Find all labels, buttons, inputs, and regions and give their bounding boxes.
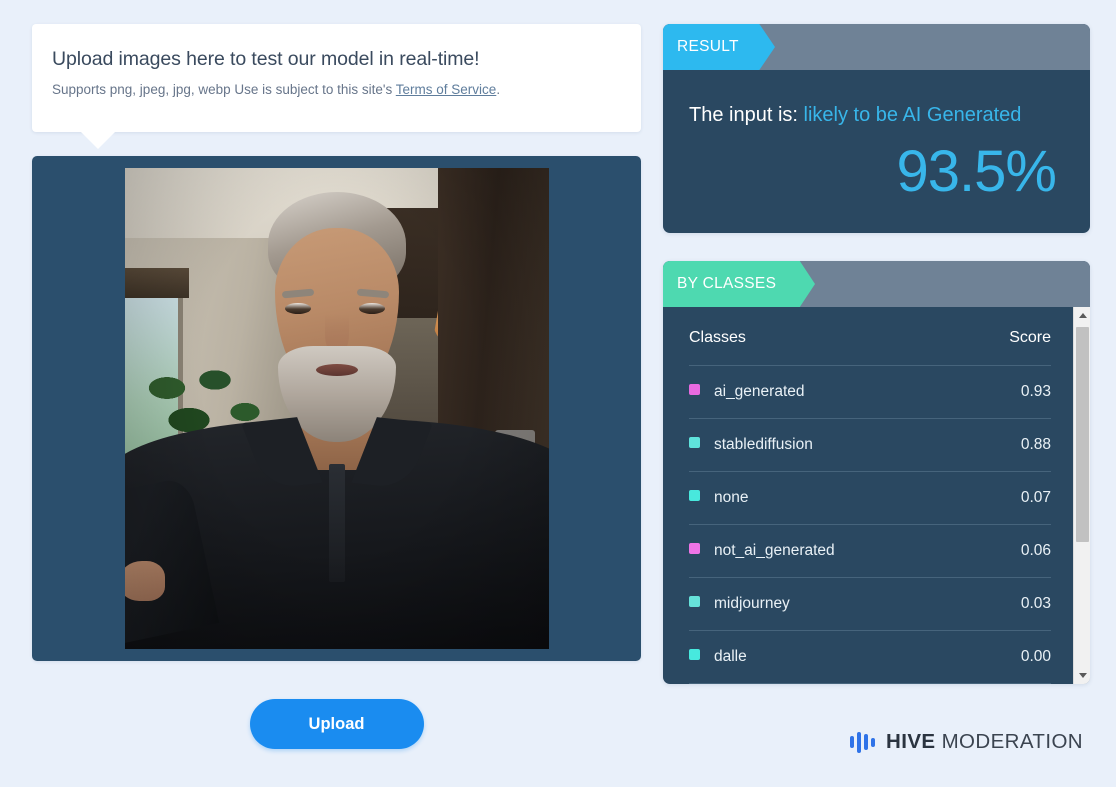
upload-button[interactable]: Upload	[249, 699, 424, 749]
upload-card-subtitle: Supports png, jpeg, jpg, webp Use is sub…	[52, 81, 621, 99]
class-color-swatch-icon	[689, 490, 700, 501]
class-score-cell: 0.06	[970, 524, 1051, 578]
class-name-cell: dalle	[689, 630, 971, 684]
scroll-up-arrow-icon[interactable]	[1074, 307, 1090, 324]
table-row: midjourney 0.03	[689, 577, 1051, 631]
result-prefix-text: The input is:	[689, 104, 798, 126]
class-score-cell: 0.93	[970, 365, 1051, 419]
uploaded-image	[124, 168, 549, 649]
classes-table: Classes Score ai_generated 0.93 stabledi…	[689, 307, 1051, 684]
class-label: not_ai_generated	[714, 542, 835, 559]
table-row: ai_generated 0.93	[689, 365, 1051, 419]
table-row: not_ai_generated 0.06	[689, 524, 1051, 578]
by-classes-tab-label: BY CLASSES	[663, 261, 815, 307]
classes-table-body: ai_generated 0.93 stablediffusion 0.88 n…	[689, 365, 1051, 684]
classes-scrollbar[interactable]	[1073, 307, 1090, 684]
subtitle-period: .	[496, 82, 501, 97]
photo-vignette	[124, 168, 549, 649]
upload-button-row: Upload	[32, 699, 641, 749]
result-tab-label: RESULT	[663, 24, 775, 70]
class-label: stablediffusion	[714, 436, 813, 453]
table-row: none 0.07	[689, 471, 1051, 525]
supported-formats-text: Supports png, jpeg, jpg, webp Use is sub…	[52, 82, 396, 97]
class-label: none	[714, 489, 749, 506]
brand-text: HIVE MODERATION	[886, 730, 1083, 754]
class-color-swatch-icon	[689, 596, 700, 607]
column-header-classes: Classes	[689, 307, 971, 366]
result-percentage: 93.5%	[896, 139, 1057, 204]
card-tail-pointer	[80, 131, 116, 149]
image-preview-frame[interactable]	[32, 156, 641, 661]
classes-table-head: Classes Score	[689, 307, 1051, 366]
class-score-cell: 0.07	[970, 471, 1051, 525]
class-color-swatch-icon	[689, 649, 700, 660]
class-label: ai_generated	[714, 383, 805, 400]
terms-of-service-link[interactable]: Terms of Service	[396, 82, 497, 97]
class-name-cell: none	[689, 471, 971, 525]
upload-card-title: Upload images here to test our model in …	[52, 48, 480, 70]
by-classes-panel: BY CLASSES Classes Score ai_generated 0.…	[663, 261, 1090, 684]
scroll-down-arrow-icon[interactable]	[1074, 667, 1090, 684]
class-score-cell: 0.03	[970, 577, 1051, 631]
classes-panel-header: BY CLASSES	[663, 261, 1090, 307]
class-label: dalle	[714, 648, 747, 665]
result-panel-body: The input is: likely to be AI Generated …	[663, 70, 1090, 233]
result-verdict-line: The input is: likely to be AI Generated	[689, 104, 1064, 127]
result-panel-header: RESULT	[663, 24, 1090, 70]
result-panel: RESULT The input is: likely to be AI Gen…	[663, 24, 1090, 233]
classes-table-wrapper: Classes Score ai_generated 0.93 stabledi…	[663, 307, 1073, 684]
class-color-swatch-icon	[689, 384, 700, 395]
class-name-cell: stablediffusion	[689, 418, 971, 472]
class-name-cell: midjourney	[689, 577, 971, 631]
table-row: stablediffusion 0.88	[689, 418, 1051, 472]
classes-header-row: Classes Score	[689, 307, 1051, 366]
class-score-cell: 0.00	[970, 630, 1051, 684]
scrollbar-thumb[interactable]	[1076, 327, 1089, 542]
upload-instructions-card: Upload images here to test our model in …	[32, 24, 641, 149]
hive-bars-icon	[849, 731, 876, 753]
classes-panel-body: Classes Score ai_generated 0.93 stabledi…	[663, 307, 1090, 684]
class-score-cell: 0.88	[970, 418, 1051, 472]
right-column: RESULT The input is: likely to be AI Gen…	[663, 24, 1090, 684]
table-row: dalle 0.00	[689, 630, 1051, 684]
class-label: midjourney	[714, 595, 790, 612]
brand-hive: HIVE	[886, 730, 936, 753]
class-name-cell: not_ai_generated	[689, 524, 971, 578]
class-color-swatch-icon	[689, 543, 700, 554]
brand-moderation: MODERATION	[935, 730, 1083, 753]
result-verdict-text: likely to be AI Generated	[803, 104, 1022, 126]
hive-moderation-logo: HIVE MODERATION	[849, 730, 1083, 754]
left-column: Upload images here to test our model in …	[32, 24, 641, 749]
class-color-swatch-icon	[689, 437, 700, 448]
class-name-cell: ai_generated	[689, 365, 971, 419]
column-header-score: Score	[970, 307, 1051, 366]
